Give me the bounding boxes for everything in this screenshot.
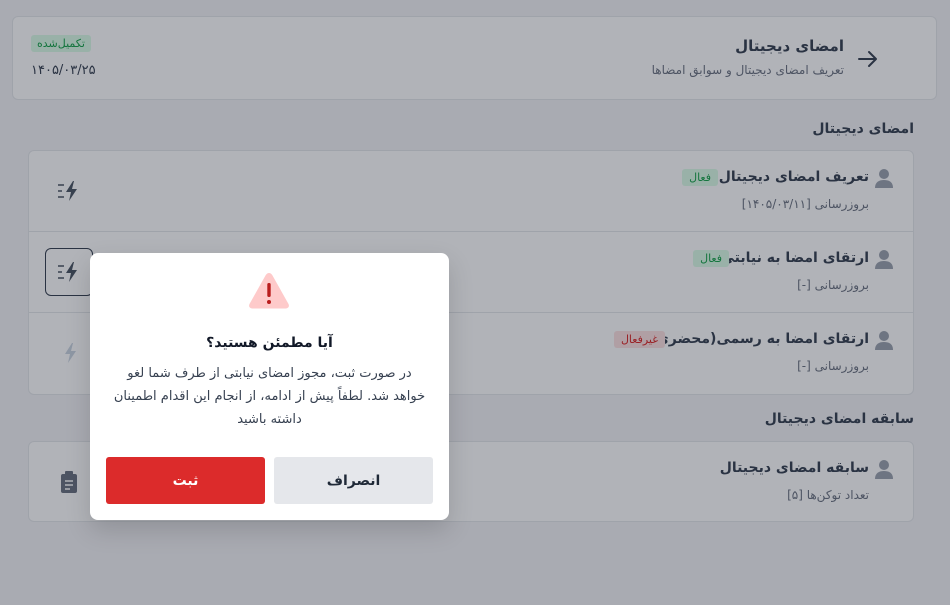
page: امضای دیجیتال تعریف امضای دیجیتال و سواب… <box>0 0 950 605</box>
dialog-message: در صورت ثبت، مجوز امضای نیابتی از طرف شم… <box>113 366 426 427</box>
confirm-button[interactable]: ثبت <box>106 457 265 504</box>
dialog-title: آیا مطمئن هستید؟ <box>206 335 333 351</box>
confirm-dialog: آیا مطمئن هستید؟ در صورت ثبت، مجوز امضای… <box>90 253 449 520</box>
cancel-button[interactable]: انصراف <box>274 457 433 504</box>
warning-triangle-icon <box>249 273 289 309</box>
